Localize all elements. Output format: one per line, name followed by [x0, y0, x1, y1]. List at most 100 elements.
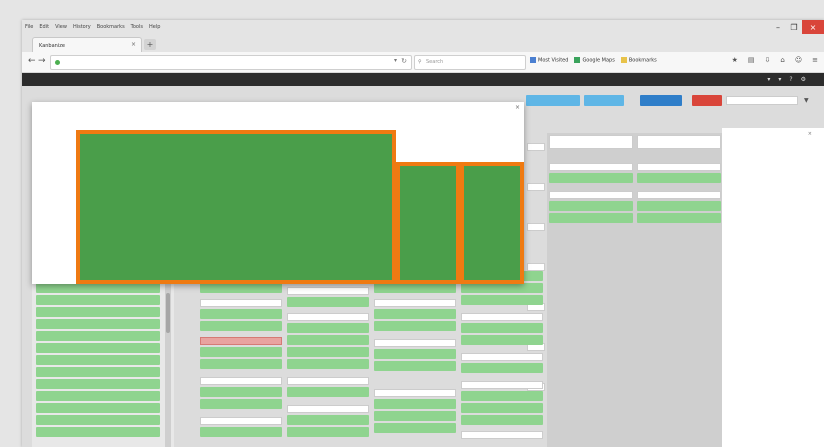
menu-help[interactable]: Help [149, 24, 160, 34]
tab-close-icon[interactable]: × [131, 41, 136, 48]
card[interactable] [374, 283, 456, 293]
card-header[interactable] [287, 377, 369, 385]
menu-history[interactable]: History [73, 24, 91, 34]
forward-arrow-icon[interactable]: → [38, 56, 46, 66]
card-header[interactable] [549, 163, 633, 171]
card[interactable] [36, 367, 160, 377]
card-header[interactable] [461, 431, 543, 439]
maximize-button[interactable]: ❐ [786, 20, 802, 34]
card[interactable] [287, 323, 369, 333]
reload-icon[interactable]: ↻ [401, 57, 407, 65]
card[interactable] [374, 361, 456, 371]
card[interactable] [461, 283, 543, 293]
card[interactable] [637, 213, 721, 223]
card-header[interactable] [200, 299, 282, 307]
help-icon[interactable]: ? [789, 76, 792, 83]
toolbar-button-2[interactable] [584, 95, 624, 106]
card[interactable] [287, 415, 369, 425]
card[interactable] [374, 321, 456, 331]
treemap-tile-3[interactable] [460, 162, 524, 284]
card[interactable] [549, 173, 633, 183]
menu-view[interactable]: View [55, 24, 67, 34]
card[interactable] [461, 363, 543, 373]
treemap-tile-2[interactable] [396, 162, 460, 284]
card[interactable] [549, 213, 633, 223]
workspace-dropdown-icon[interactable]: ▾ [767, 76, 770, 83]
card-header[interactable] [461, 381, 543, 389]
toolbar-button-3[interactable] [640, 95, 682, 106]
url-dropdown-icon[interactable]: ▾ [394, 57, 397, 64]
card[interactable] [36, 343, 160, 353]
back-arrow-icon[interactable]: ← [28, 56, 36, 66]
card[interactable] [549, 201, 633, 211]
card[interactable] [36, 355, 160, 365]
card-header[interactable] [200, 417, 282, 425]
card-header[interactable] [637, 135, 721, 149]
card[interactable] [200, 347, 282, 357]
url-bar[interactable]: ▾ ↻ [50, 55, 412, 70]
bookmark-most-visited[interactable]: Most Visited [530, 57, 568, 64]
card[interactable] [200, 399, 282, 409]
toolbar-button-1[interactable] [526, 95, 580, 106]
card[interactable] [461, 391, 543, 401]
card-header[interactable] [287, 287, 369, 295]
sidebar-close-icon[interactable]: × [808, 131, 812, 137]
bookmark-star-icon[interactable]: ★ [732, 56, 738, 64]
menu-tools[interactable]: Tools [131, 24, 143, 34]
card[interactable] [374, 309, 456, 319]
card-header[interactable] [461, 353, 543, 361]
card[interactable] [36, 283, 160, 293]
filter-icon[interactable]: ▼ [804, 97, 809, 104]
card[interactable] [36, 295, 160, 305]
card-header[interactable] [374, 339, 456, 347]
card[interactable] [461, 415, 543, 425]
card[interactable] [200, 283, 282, 293]
card-header[interactable] [549, 191, 633, 199]
card-header[interactable] [287, 313, 369, 321]
menu-file[interactable]: File [25, 24, 33, 34]
card[interactable] [36, 331, 160, 341]
card[interactable] [36, 391, 160, 401]
new-tab-button[interactable]: + [144, 39, 156, 50]
card[interactable] [461, 295, 543, 305]
card[interactable] [36, 403, 160, 413]
card-header[interactable] [374, 389, 456, 397]
left-list-scroll-thumb[interactable] [166, 293, 170, 333]
card[interactable] [200, 359, 282, 369]
card[interactable] [36, 415, 160, 425]
card-header[interactable] [637, 163, 721, 171]
card[interactable] [461, 335, 543, 345]
toolbar-button-4[interactable] [692, 95, 722, 106]
card[interactable] [200, 309, 282, 319]
card-header-blocked[interactable] [200, 337, 282, 345]
reader-icon[interactable]: ▤ [748, 56, 755, 64]
card[interactable] [36, 427, 160, 437]
card[interactable] [374, 399, 456, 409]
lane-toggle[interactable] [527, 183, 545, 191]
bookmark-folder[interactable]: Bookmarks [620, 57, 657, 64]
card[interactable] [374, 349, 456, 359]
card[interactable] [461, 403, 543, 413]
lane-toggle[interactable] [527, 143, 545, 151]
card-header[interactable] [200, 377, 282, 385]
board-dropdown-icon[interactable]: ▾ [778, 76, 781, 83]
menu-icon[interactable]: ≡ [812, 56, 818, 64]
home-icon[interactable]: ⌂ [780, 56, 784, 64]
lane-toggle[interactable] [527, 223, 545, 231]
settings-gear-icon[interactable]: ⚙ [801, 76, 806, 83]
card-header[interactable] [637, 191, 721, 199]
card[interactable] [36, 379, 160, 389]
menu-bookmarks[interactable]: Bookmarks [97, 24, 125, 34]
card[interactable] [287, 427, 369, 437]
card[interactable] [461, 323, 543, 333]
bookmark-google-maps[interactable]: Google Maps [574, 57, 615, 64]
card[interactable] [36, 319, 160, 329]
board-search-input[interactable] [726, 96, 798, 105]
card[interactable] [200, 387, 282, 397]
card[interactable] [287, 347, 369, 357]
card[interactable] [637, 201, 721, 211]
menu-edit[interactable]: Edit [39, 24, 49, 34]
card[interactable] [374, 423, 456, 433]
card-header[interactable] [287, 405, 369, 413]
close-window-button[interactable]: × [802, 20, 824, 34]
